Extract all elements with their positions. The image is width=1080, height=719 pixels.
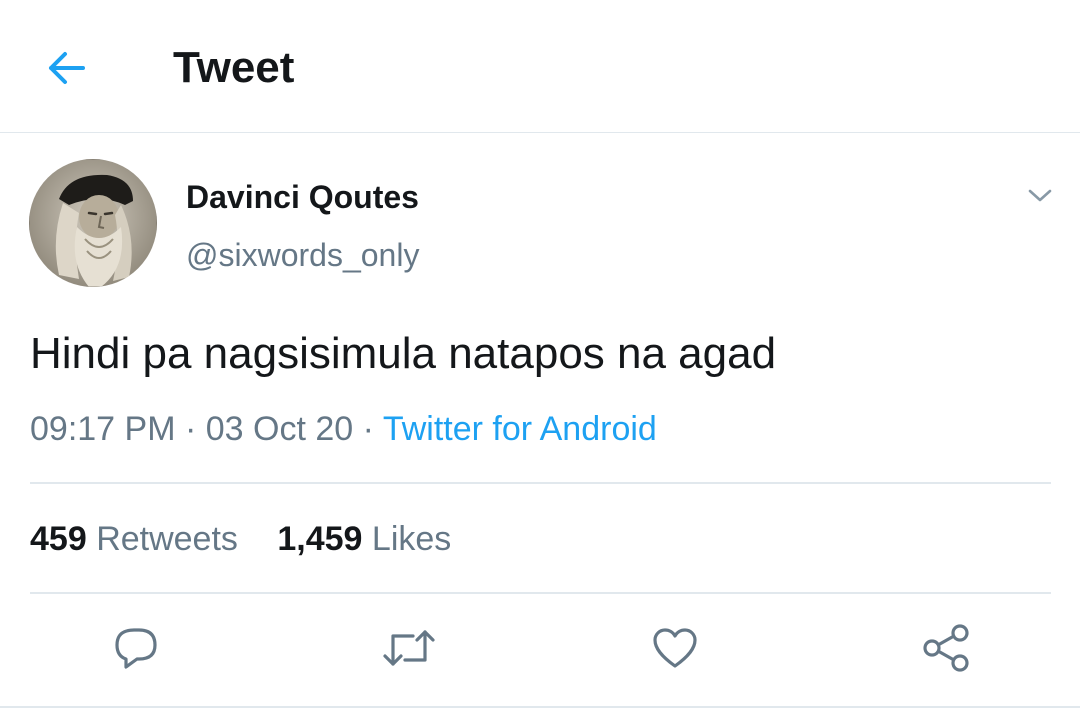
tweet-stats: 459 Retweets 1,459 Likes: [30, 516, 451, 562]
likes-label: Likes: [371, 520, 452, 558]
share-icon: [923, 624, 969, 672]
divider: [30, 482, 1051, 484]
avatar[interactable]: [29, 159, 157, 287]
portrait-avatar: [29, 159, 157, 287]
share-button[interactable]: [918, 620, 974, 676]
back-button[interactable]: [40, 44, 92, 92]
meta-separator: ·: [362, 410, 374, 448]
reply-icon: [115, 628, 157, 669]
tweet-source-link[interactable]: Twitter for Android: [383, 410, 657, 448]
meta-separator: ·: [184, 410, 197, 448]
retweet-icon: [383, 630, 435, 666]
retweet-button[interactable]: [381, 620, 437, 676]
tweet-time: 09:17 PM: [30, 410, 176, 448]
like-button[interactable]: [647, 620, 703, 676]
chevron-down-icon: [1028, 189, 1052, 202]
page-title: Tweet: [173, 43, 295, 92]
tweet-menu-button[interactable]: [1022, 178, 1058, 214]
tweet-date: 03 Oct 20: [205, 410, 354, 448]
retweets-stat[interactable]: 459 Retweets: [30, 520, 247, 558]
author-handle[interactable]: @sixwords_only: [186, 234, 419, 276]
divider: [30, 592, 1051, 594]
tweet-meta: 09:17 PM · 03 Oct 20 · Twitter for Andro…: [30, 406, 657, 452]
author-display-name[interactable]: Davinci Qoutes: [186, 176, 419, 218]
app-header: Tweet: [0, 0, 1080, 133]
retweets-label: Retweets: [96, 520, 238, 558]
like-icon: [653, 628, 697, 668]
divider: [0, 706, 1080, 708]
tweet-text: Hindi pa nagsisimula natapos na agad: [30, 329, 777, 378]
reply-button[interactable]: [108, 620, 164, 676]
likes-count: 1,459: [277, 520, 363, 558]
arrow-left-icon: [49, 52, 85, 84]
likes-stat[interactable]: 1,459 Likes: [277, 520, 451, 558]
retweets-count: 459: [30, 520, 87, 558]
